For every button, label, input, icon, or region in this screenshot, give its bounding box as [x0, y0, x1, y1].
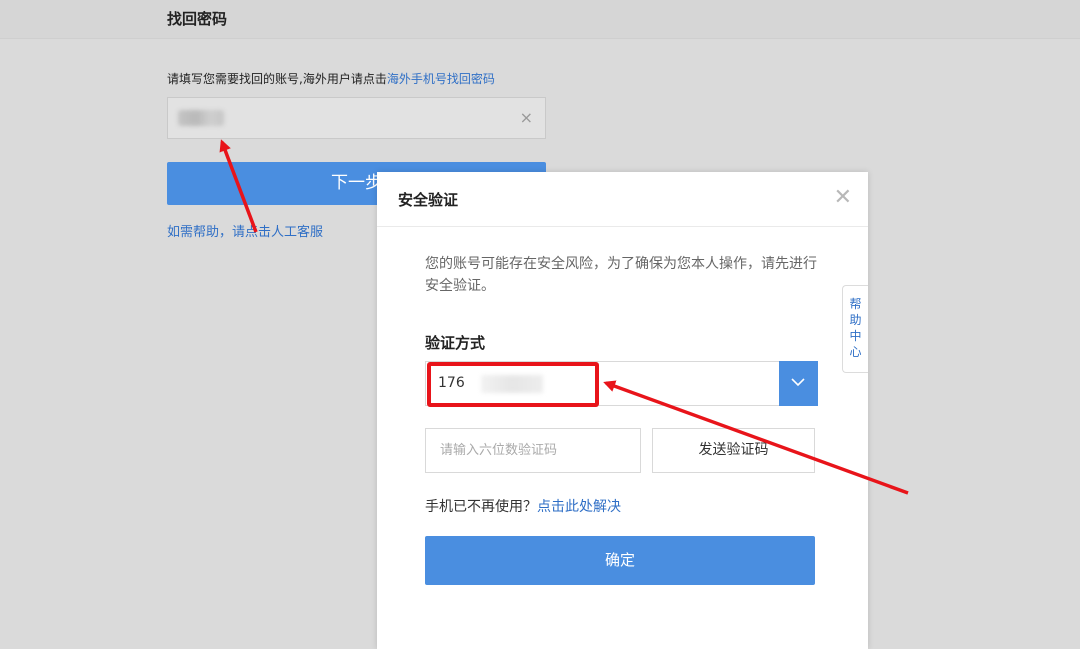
dropdown-toggle[interactable] [779, 361, 818, 406]
masked-phone-blur [481, 375, 543, 393]
overseas-phone-link[interactable]: 海外手机号找回密码 [387, 72, 495, 86]
close-icon[interactable]: ✕ [834, 186, 852, 210]
help-label: 如需帮助， [167, 225, 233, 240]
help-center-char: 中 [849, 329, 862, 343]
instruction-label: 请填写您需要找回的账号,海外用户请点击 [167, 72, 387, 86]
top-bar: 找回密码 [0, 0, 1080, 39]
help-center-char: 心 [849, 345, 862, 359]
blurred-account-value [178, 110, 224, 126]
phone-issue-label: 手机已不再使用？ [425, 499, 537, 515]
instruction-text: 请填写您需要找回的账号,海外用户请点击海外手机号找回密码 [167, 70, 495, 87]
customer-service-link[interactable]: 请点击人工客服 [232, 225, 323, 240]
verification-code-input[interactable] [425, 428, 641, 473]
chevron-down-icon [791, 378, 805, 387]
resolve-link[interactable]: 点击此处解决 [537, 499, 621, 515]
help-text: 如需帮助，请点击人工客服 [167, 221, 323, 240]
help-center-tab[interactable]: 帮 助 中 心 [842, 285, 868, 373]
security-message: 您的账号可能存在安全风险，为了确保为您本人操作，请先进行安全验证。 [425, 256, 817, 294]
verification-method-label: 验证方式 [425, 334, 486, 352]
clear-icon[interactable]: × [520, 108, 533, 127]
help-center-char: 帮 [849, 297, 862, 311]
modal-title: 安全验证 [398, 191, 459, 209]
help-center-char: 助 [849, 313, 862, 327]
send-code-button[interactable]: 发送验证码 [652, 428, 815, 473]
account-input[interactable]: × [167, 97, 546, 139]
phone-issue-text: 手机已不再使用？点击此处解决 [425, 496, 621, 516]
security-verification-modal: 安全验证 ✕ 您的账号可能存在安全风险，为了确保为您本人操作，请先进行安全验证。… [377, 172, 868, 649]
verification-method-select[interactable]: 176 [425, 361, 818, 406]
page-title: 找回密码 [167, 10, 228, 28]
phone-number-value: 176 [438, 375, 465, 391]
modal-header: 安全验证 ✕ [377, 172, 868, 227]
confirm-button[interactable]: 确定 [425, 536, 815, 585]
